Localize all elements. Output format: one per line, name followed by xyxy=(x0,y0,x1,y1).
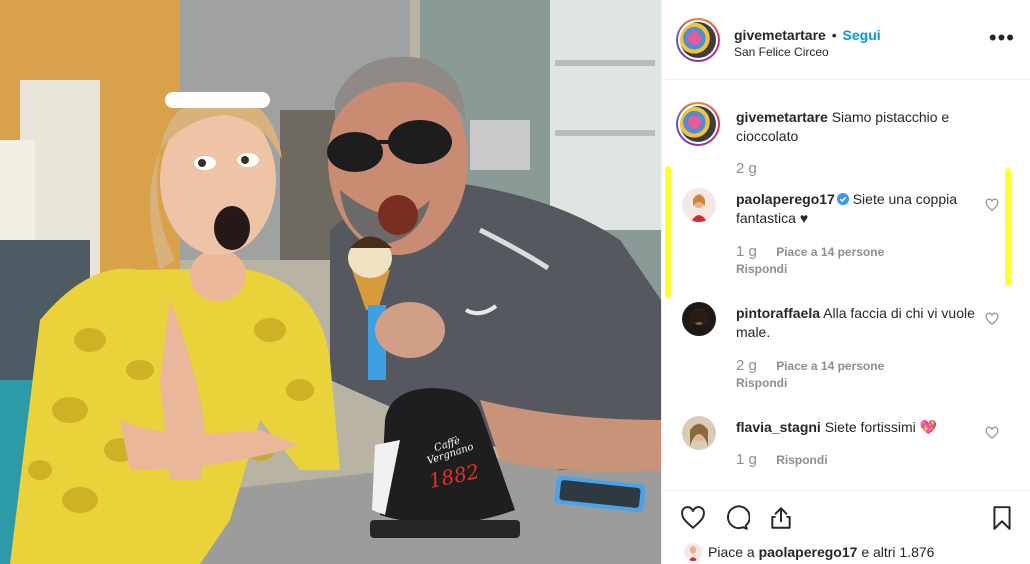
comment-age[interactable]: 1 g xyxy=(736,451,757,468)
heart-outline-icon[interactable] xyxy=(680,505,706,531)
commenter-avatar[interactable] xyxy=(682,302,716,336)
comment-username[interactable]: paolaperego17 xyxy=(736,191,835,207)
author-line: givemetartare • Segui xyxy=(734,27,881,43)
caption-username[interactable]: givemetartare xyxy=(736,109,828,125)
likes-summary: Piace a paolaperego17 e altri 1.876 xyxy=(684,543,934,561)
post-location[interactable]: San Felice Circeo xyxy=(734,45,829,59)
verified-badge-icon xyxy=(836,193,849,205)
likes-suffix[interactable]: e altri 1.876 xyxy=(861,544,934,560)
author-username[interactable]: givemetartare xyxy=(734,27,826,43)
likes-prefix: Piace a xyxy=(708,544,755,560)
comment-text: paolaperego17 Siete una coppia fantastic… xyxy=(736,190,976,228)
comment-age[interactable]: 1 g xyxy=(736,243,757,260)
caption-age[interactable]: 2 g xyxy=(736,160,757,177)
comment-likes-count[interactable]: Piace a 14 persone xyxy=(776,359,884,373)
caption-avatar[interactable] xyxy=(676,102,720,146)
comment-username[interactable]: flavia_stagni xyxy=(736,419,821,435)
comment-like-icon[interactable] xyxy=(985,198,999,212)
comment-like-icon[interactable] xyxy=(985,312,999,326)
comment-meta: 2 g Piace a 14 persone xyxy=(736,357,894,374)
comment-likes-count[interactable]: Piace a 14 persone xyxy=(776,245,884,259)
reply-button[interactable]: Rispondi xyxy=(736,376,787,390)
highlight-mark-right xyxy=(1005,168,1011,286)
highlight-mark-left xyxy=(665,166,671,298)
bookmark-icon[interactable] xyxy=(989,505,1015,531)
post-header: givemetartare • Segui San Felice Circeo … xyxy=(662,0,1030,80)
comment-meta: 1 g Piace a 14 persone xyxy=(736,243,894,260)
reply-button[interactable]: Rispondi xyxy=(736,262,787,276)
liker-avatar[interactable] xyxy=(684,543,702,561)
caption-meta: 2 g xyxy=(736,160,773,177)
reply-button[interactable]: Rispondi xyxy=(776,453,827,467)
follow-button[interactable]: Segui xyxy=(843,27,881,43)
comment-text: flavia_stagni Siete fortissimi 💖 xyxy=(736,418,976,437)
comment-text: pintoraffaela Alla faccia di chi vi vuol… xyxy=(736,304,976,342)
comment-body: Siete fortissimi 💖 xyxy=(824,419,938,435)
likes-user[interactable]: paolaperego17 xyxy=(759,544,858,560)
comment-bubble-icon[interactable] xyxy=(724,505,750,531)
comment-meta: 1 g Rispondi xyxy=(736,451,828,468)
post-actions-bar xyxy=(662,490,1030,542)
caption-text: givemetartare Siamo pistacchio e cioccol… xyxy=(736,108,976,146)
photo-scene xyxy=(0,0,661,564)
commenter-avatar[interactable] xyxy=(682,188,716,222)
comment-username[interactable]: pintoraffaela xyxy=(736,305,820,321)
comment-like-icon[interactable] xyxy=(985,426,999,440)
commenter-avatar[interactable] xyxy=(682,416,716,450)
more-options-icon[interactable]: ••• xyxy=(989,27,1015,49)
separator-dot: • xyxy=(831,27,837,43)
author-avatar[interactable] xyxy=(676,18,720,62)
post-sidebar: givemetartare • Segui San Felice Circeo … xyxy=(661,0,1030,564)
share-icon[interactable] xyxy=(768,505,794,531)
comment-age[interactable]: 2 g xyxy=(736,357,757,374)
post-photo[interactable]: Caffè Vergnano 1882 xyxy=(0,0,661,564)
